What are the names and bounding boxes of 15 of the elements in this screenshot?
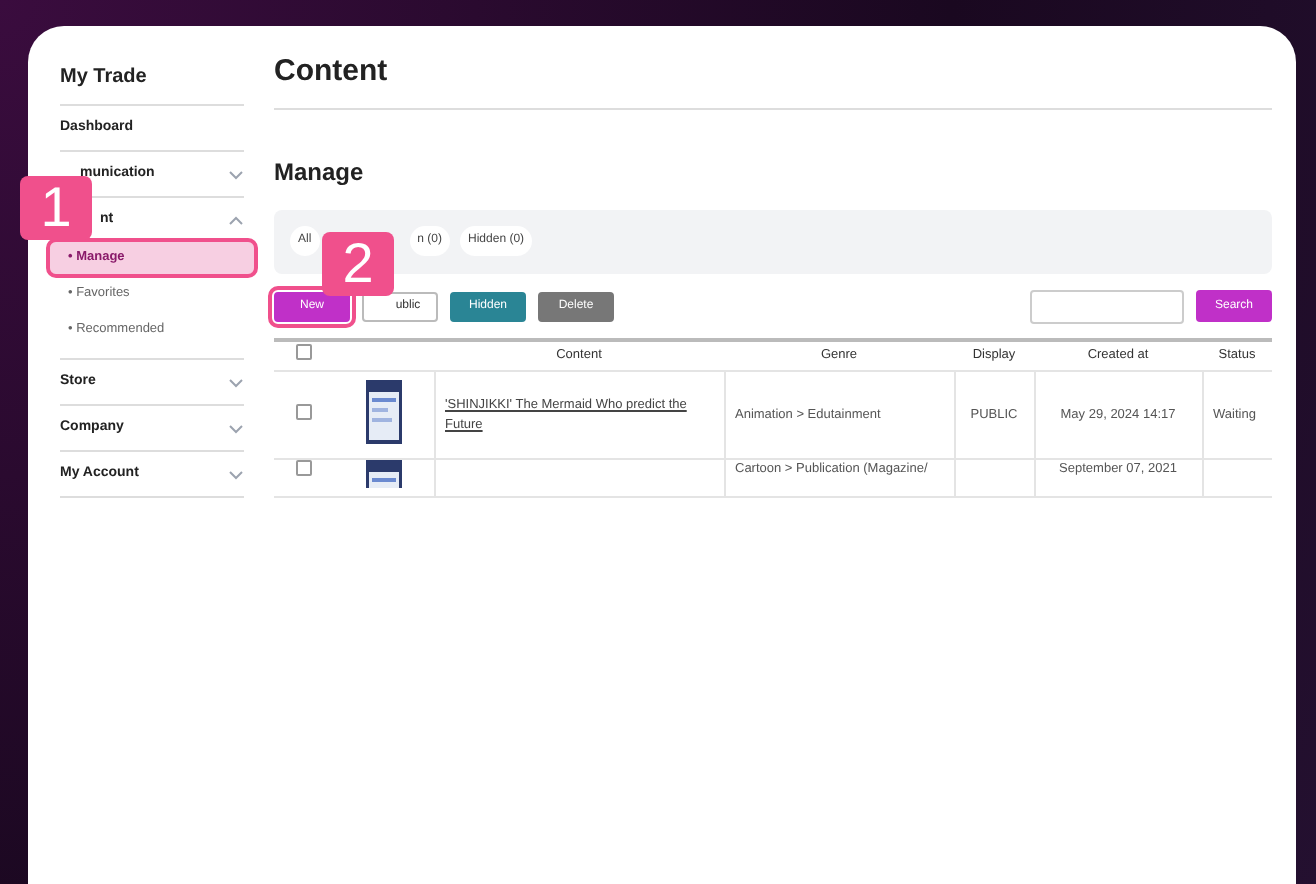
- chevron-down-icon[interactable]: [228, 377, 244, 387]
- step-badge: 2: [322, 231, 394, 295]
- checkbox[interactable]: [296, 460, 312, 476]
- chevron-down-icon[interactable]: [228, 469, 244, 479]
- thumbnail-image: [365, 379, 402, 444]
- search-field[interactable]: [1030, 289, 1184, 323]
- page-title: Content: [274, 50, 1272, 109]
- checkbox[interactable]: [296, 403, 312, 420]
- chevron-down-icon[interactable]: [228, 169, 244, 179]
- step-badge: 1: [20, 176, 92, 240]
- sidebar-title: My Trade: [60, 50, 244, 106]
- section-title: Manage: [274, 155, 366, 189]
- chevron-down-icon[interactable]: [228, 423, 244, 433]
- checkbox[interactable]: [296, 343, 312, 360]
- chevron-up-icon[interactable]: [228, 215, 244, 225]
